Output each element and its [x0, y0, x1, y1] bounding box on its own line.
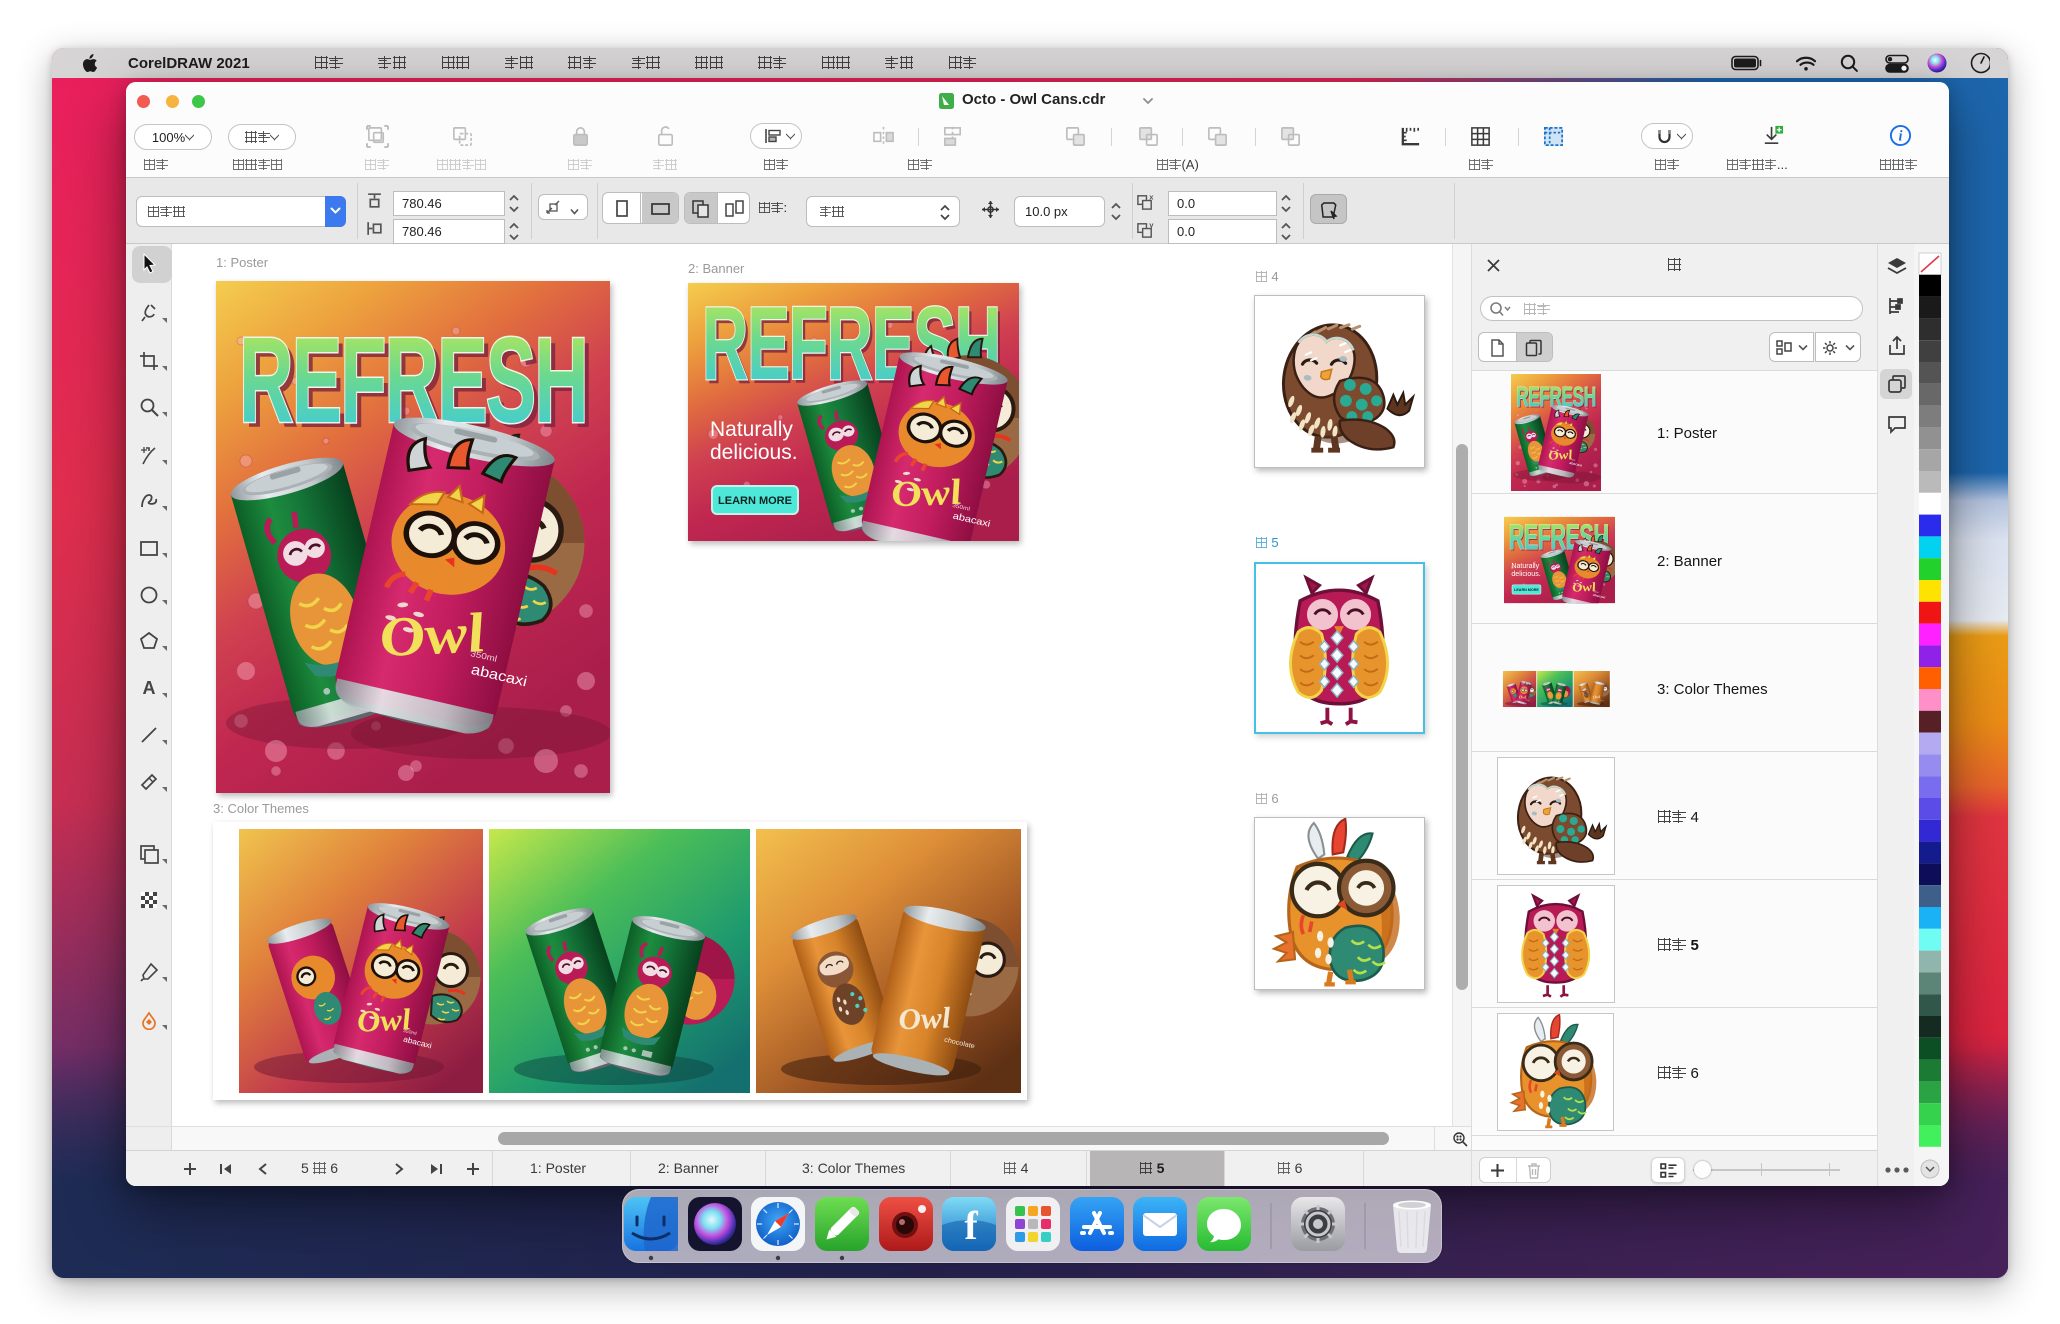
svg-text:f: f [964, 1203, 978, 1248]
svg-text:y: y [1149, 221, 1154, 230]
svg-text:x: x [1149, 193, 1154, 202]
svg-text:i: i [1899, 128, 1903, 144]
